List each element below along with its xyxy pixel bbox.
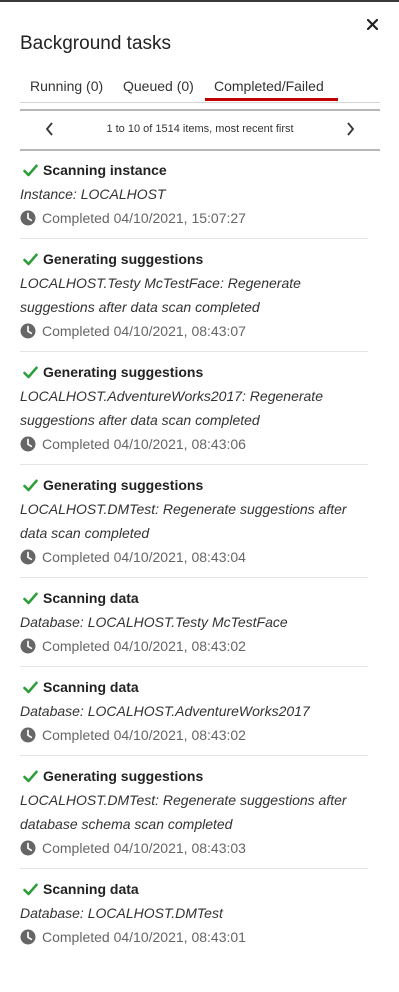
task-title: Scanning instance [43,162,167,178]
tab-running[interactable]: Running (0) [30,78,103,94]
check-icon [23,770,38,782]
chevron-right-icon [347,122,355,136]
task-item: Scanning data Database: LOCALHOST.Testy … [20,586,368,667]
task-item: Scanning data Database: LOCALHOST.DMTest… [20,877,368,957]
task-item: Generating suggestions LOCALHOST.DMTest:… [20,764,368,869]
task-description: Database: LOCALHOST.Testy McTestFace [20,614,288,630]
panel-title: Background tasks [20,33,172,54]
tab-queued[interactable]: Queued (0) [123,78,194,94]
task-list: Scanning instance Instance: LOCALHOST Co… [20,158,368,965]
task-status: Completed 04/10/2021, 08:43:04 [42,549,246,565]
check-icon [23,883,38,895]
pagination-info: 1 to 10 of 1514 items, most recent first [106,123,294,135]
task-status: Completed 04/10/2021, 15:07:27 [42,210,246,226]
clock-icon [20,840,36,856]
task-item: Generating suggestions LOCALHOST.DMTest:… [20,473,368,578]
clock-icon [20,638,36,654]
task-description: LOCALHOST.Testy McTestFace: Regenerate s… [20,275,301,315]
tab-completed-failed[interactable]: Completed/Failed [205,78,338,101]
check-icon [23,164,38,176]
clock-icon [20,323,36,339]
task-description: Database: LOCALHOST.AdventureWorks2017 [20,703,310,719]
task-title: Generating suggestions [43,251,204,267]
clock-icon [20,549,36,565]
task-description: LOCALHOST.AdventureWorks2017: Regenerate… [20,388,323,428]
task-title: Scanning data [43,881,139,897]
task-title: Generating suggestions [43,477,204,493]
pagination-bar: 1 to 10 of 1514 items, most recent first [20,109,380,151]
task-status: Completed 04/10/2021, 08:43:07 [42,323,246,339]
task-item: Generating suggestions LOCALHOST.Testy M… [20,247,368,352]
next-page-button[interactable] [342,119,358,139]
task-status: Completed 04/10/2021, 08:43:01 [42,929,246,945]
task-description: Database: LOCALHOST.DMTest [20,905,223,921]
task-status: Completed 04/10/2021, 08:43:02 [42,727,246,743]
check-icon [23,366,38,378]
task-title: Scanning data [43,590,139,606]
check-icon [23,253,38,265]
task-status: Completed 04/10/2021, 08:43:03 [42,840,246,856]
task-status: Completed 04/10/2021, 08:43:06 [42,436,246,452]
task-item: Scanning instance Instance: LOCALHOST Co… [20,158,368,239]
task-item: Generating suggestions LOCALHOST.Adventu… [20,360,368,465]
task-title: Generating suggestions [43,364,204,380]
task-status: Completed 04/10/2021, 08:43:02 [42,638,246,654]
clock-icon [20,727,36,743]
tab-bar: Running (0) Queued (0) Completed/Failed [20,78,380,103]
clock-icon [20,929,36,945]
check-icon [23,592,38,604]
task-description: LOCALHOST.DMTest: Regenerate suggestions… [20,792,347,832]
task-description: LOCALHOST.DMTest: Regenerate suggestions… [20,501,347,541]
check-icon [23,479,38,491]
task-title: Scanning data [43,679,139,695]
close-button[interactable] [362,12,382,36]
check-icon [23,681,38,693]
task-title: Generating suggestions [43,768,204,784]
clock-icon [20,436,36,452]
top-border [0,0,399,2]
close-icon [366,18,378,30]
task-item: Scanning data Database: LOCALHOST.Advent… [20,675,368,756]
task-description: Instance: LOCALHOST [20,186,166,202]
clock-icon [20,210,36,226]
